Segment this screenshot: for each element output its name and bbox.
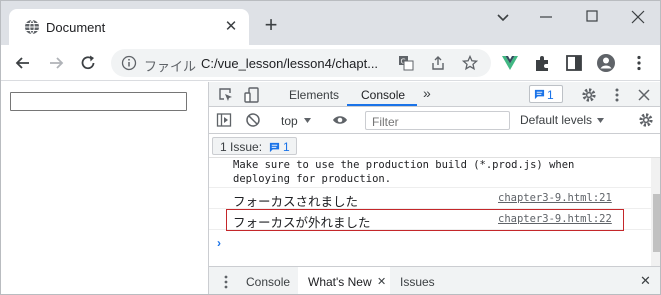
translate-icon[interactable]: G: [398, 55, 414, 71]
more-tabs-button[interactable]: »: [423, 85, 431, 101]
globe-icon: [25, 19, 39, 35]
issues-bar: 1 Issue: 1: [209, 134, 660, 158]
devtools-drawer: Console What's New ✕ Issues ✕: [209, 266, 660, 294]
browser-window: Document ✕ + ファイル C:/vue_lesson/lesson4/…: [0, 0, 661, 295]
console-filter-bar: top Default levels: [209, 107, 660, 134]
devtools-close-icon[interactable]: [636, 87, 652, 103]
message-line: deploying for production.: [233, 173, 392, 185]
tab-title: Document: [46, 20, 106, 35]
tab-console[interactable]: Console: [361, 88, 405, 102]
minimize-icon[interactable]: [532, 7, 560, 27]
console-scrollbar[interactable]: [651, 158, 660, 266]
window-close-icon[interactable]: [624, 7, 652, 27]
page-viewport: [1, 82, 208, 294]
browser-tab[interactable]: Document ✕: [9, 9, 249, 45]
info-icon[interactable]: [121, 55, 137, 71]
message-icon: [534, 89, 545, 100]
log-text: フォーカスされました: [233, 195, 359, 209]
drawer-menu-icon[interactable]: [218, 274, 234, 290]
console-prompt[interactable]: ›: [217, 236, 221, 250]
tab-elements[interactable]: Elements: [289, 88, 339, 102]
issues-count: 1: [283, 140, 290, 154]
log-levels-dropdown[interactable]: Default levels: [520, 113, 592, 127]
issues-badge[interactable]: 1: [529, 85, 563, 103]
kebab-menu-icon[interactable]: [629, 53, 649, 73]
share-icon[interactable]: [430, 55, 446, 71]
devtools-tab-bar: Elements Console » 1: [209, 82, 660, 107]
url-scheme: ファイル: [144, 59, 197, 74]
extensions-puzzle-icon[interactable]: [533, 53, 553, 73]
new-tab-button[interactable]: +: [260, 14, 282, 37]
console-output: Make sure to use the production build (*…: [209, 158, 651, 266]
address-bar[interactable]: ファイル C:/vue_lesson/lesson4/chapt... G: [111, 49, 491, 77]
back-icon[interactable]: [13, 53, 33, 73]
clear-console-icon[interactable]: [245, 112, 261, 128]
bookmark-star-icon[interactable]: [462, 55, 478, 71]
maximize-icon[interactable]: [578, 7, 606, 27]
browser-toolbar: ファイル C:/vue_lesson/lesson4/chapt... G: [1, 45, 660, 81]
drawer-tab-close-icon[interactable]: ✕: [377, 275, 386, 288]
device-toolbar-icon[interactable]: [244, 87, 260, 103]
active-tab-indicator: [347, 104, 417, 106]
context-selector[interactable]: top: [281, 114, 298, 128]
issue-message-icon: [269, 142, 280, 153]
issues-badge-count: 1: [547, 88, 554, 102]
source-link[interactable]: chapter3-9.html:21: [498, 192, 612, 204]
drawer-tab-console[interactable]: Console: [246, 275, 290, 289]
profile-avatar-icon[interactable]: [596, 53, 616, 73]
reload-icon[interactable]: [78, 53, 98, 73]
vue-devtools-icon[interactable]: [500, 53, 520, 73]
levels-dropdown-icon: [597, 118, 604, 123]
chevron-down-icon[interactable]: [489, 7, 517, 27]
message-line: Make sure to use the production build (*…: [233, 159, 575, 171]
issues-label: 1 Issue:: [220, 140, 263, 154]
scrollbar-thumb[interactable]: [653, 194, 660, 252]
devtools-menu-icon[interactable]: [609, 87, 625, 103]
drawer-close-icon[interactable]: ✕: [640, 273, 651, 289]
sidebar-toggle-icon[interactable]: [216, 112, 232, 128]
tab-close-icon[interactable]: ✕: [221, 17, 241, 37]
console-settings-gear-icon[interactable]: [638, 112, 654, 128]
settings-gear-icon[interactable]: [581, 87, 597, 103]
side-panel-icon[interactable]: [564, 53, 584, 73]
inspect-element-icon[interactable]: [218, 87, 234, 103]
context-dropdown-icon: [304, 118, 311, 123]
highlight-box: [226, 209, 624, 231]
console-log-row: フォーカスされました chapter3-9.html:21: [209, 188, 651, 209]
drawer-tab-whats-new[interactable]: What's New: [308, 275, 372, 289]
text-input[interactable]: [10, 92, 187, 111]
url-text[interactable]: C:/vue_lesson/lesson4/chapt...: [201, 56, 401, 71]
console-message: Make sure to use the production build (*…: [209, 158, 651, 188]
forward-icon[interactable]: [46, 53, 66, 73]
drawer-tab-issues[interactable]: Issues: [400, 275, 435, 289]
devtools-panel: Elements Console » 1 top Filter Default …: [208, 82, 660, 294]
issues-button[interactable]: 1 Issue: 1: [212, 137, 297, 155]
live-expression-eye-icon[interactable]: [332, 112, 348, 128]
console-filter-input[interactable]: [365, 111, 510, 130]
tab-strip: Document ✕ +: [1, 1, 660, 45]
